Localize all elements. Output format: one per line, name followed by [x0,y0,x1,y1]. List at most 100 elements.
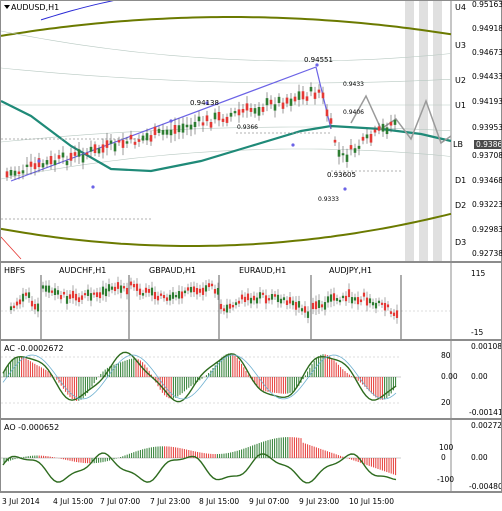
candle-body [205,115,209,122]
ao-scale-top: 0.002728 [471,421,502,430]
level-label-d2: D2 [455,201,467,210]
hbfs-candle [282,297,286,301]
hbfs-candle [192,286,196,293]
candle-body [49,156,53,165]
hbfs-candle [119,285,123,293]
hbfs-candle [264,295,268,304]
candle-body [21,170,25,174]
fractal-dot [91,185,95,189]
candle-body [373,129,377,133]
level-label-u4: U4 [455,3,466,12]
hbfs-candle [368,298,372,304]
candle-body [369,133,373,143]
upper-envelope-green [1,16,452,37]
ao-pane[interactable]: AO -0.000652 0.002728 0.00 -0.004801 100… [0,419,502,492]
main-chart-pane[interactable]: AUDUSD,H1 0.93863 [0,0,502,262]
candle-body [109,140,113,144]
hbfs-candle [12,305,16,309]
candle-body [213,112,217,120]
annotation-proj-2: 0.9406 [343,109,364,116]
candle-body [281,102,285,109]
hbfs-candle [234,302,238,306]
hbfs-candle [285,300,289,305]
candle-body [221,118,225,122]
candle-body [277,96,281,103]
hbfs-candle [56,290,60,295]
hbfs-candle [98,292,102,299]
hbfs-candle [317,300,321,309]
hbfs-candle [231,305,235,308]
candle-body [341,153,345,156]
candle-body [353,148,357,153]
candle-body [177,125,181,133]
hbfs-candle [101,286,105,295]
hbfs-candle [261,292,265,295]
candle-body [93,144,97,154]
candle-body [77,149,81,157]
hbfs-candle [338,299,342,303]
hbfs-candle [150,287,154,296]
candle-body [161,130,165,135]
hbfs-candle [174,294,178,298]
ac-pane[interactable]: AC -0.0002672 0.001087 0.00 -0.001417 80… [0,340,502,419]
hbfs-candle [171,292,175,299]
hbfs-candle [371,302,375,306]
candle-body [149,135,153,142]
candle-body [333,139,337,143]
candle-body [265,98,269,106]
hbfs-candle [258,292,262,299]
hbfs-candle [86,289,90,296]
ac-inner-20: 20 [441,398,451,407]
candle-body [393,119,397,125]
ao-scale-mid: 0.00 [471,453,488,462]
price-tick: 0.92983 [472,225,502,234]
hbfs-candle [71,290,75,299]
hbfs-candle [44,285,48,292]
candle-body [165,129,169,135]
candle-body [201,122,205,126]
hbfs-candle [110,286,114,290]
hbfs-candle [249,297,253,304]
candle-body [17,171,21,175]
candle-body [229,112,233,117]
annotation-proj-1: 0.9433 [343,81,364,88]
candle-body [349,145,353,150]
hbfs-candle [383,302,387,311]
hbfs-candle [135,283,139,291]
ac-scale-mid: 0.00 [471,372,488,381]
current-price-label: 0.93863 [474,140,501,149]
price-chart [1,1,452,261]
candle-body [105,140,109,148]
hbfs-candle [50,290,54,293]
time-label: 9 Jul 23:00 [299,497,340,506]
hbfs-candle [47,285,51,293]
candle-body [301,91,305,100]
candle-body [329,118,333,124]
hbfs-candle [392,312,396,316]
hbfs-candle [77,297,81,303]
trend-line [10,66,317,182]
hbfs-candle [225,304,229,313]
candle-body [25,164,29,168]
hbfs-candle [24,292,28,296]
candle-body [325,109,329,117]
candle-body [317,89,321,93]
hbfs-candle [365,297,369,306]
candle-body [69,152,73,161]
collapse-icon[interactable] [4,5,10,9]
hbfs-pane[interactable]: HBFS AUDCHF,H1 GBPAUD,H1 EURAUD,H1 AUDJP… [0,262,502,340]
hbfs-candle [9,306,13,311]
candle-body [133,141,137,145]
candle-body [53,160,57,166]
guide-line [1,67,452,84]
hbfs-candle [83,293,87,296]
ao-inner-0: 0 [441,453,446,462]
hbfs-candle [180,291,184,299]
hbfs-candle [329,294,333,302]
hbfs-candle [162,295,166,299]
annotation-mid-left: 0.94138 [190,99,219,107]
candle-body [81,154,85,163]
candle-body [313,92,317,99]
hbfs-candle [132,284,136,288]
fractal-dot [343,187,347,191]
